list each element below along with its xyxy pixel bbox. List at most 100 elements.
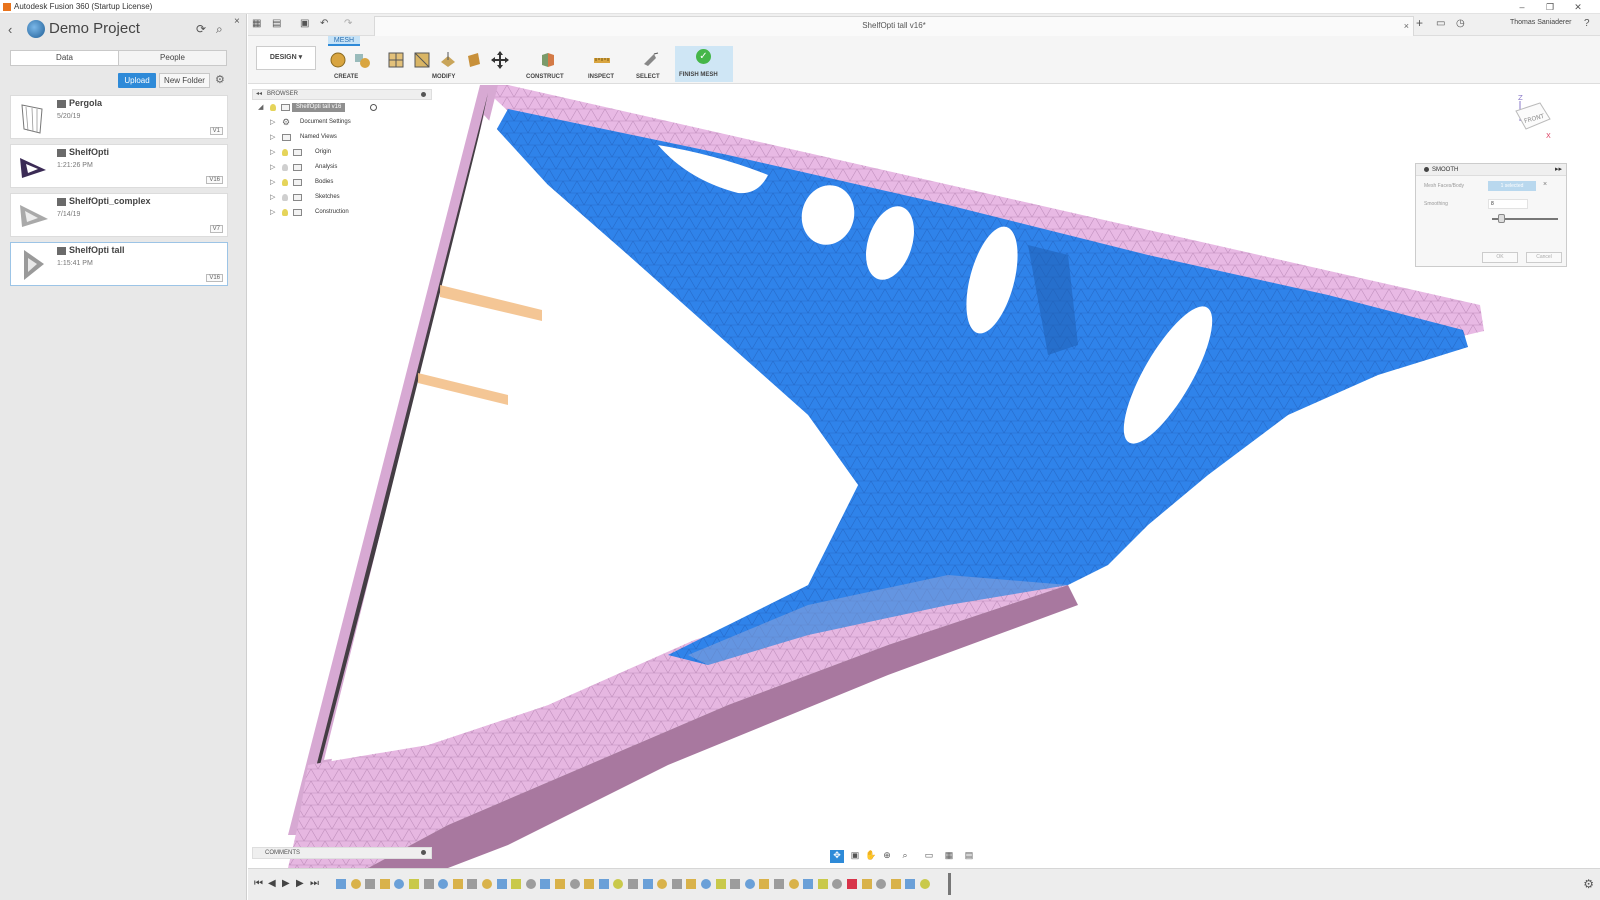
version-badge[interactable]: V16 (206, 274, 223, 282)
construct-group-label[interactable]: CONSTRUCT (526, 74, 564, 80)
tree-item-document-settings[interactable]: ▷ ⚙ Document Settings (252, 115, 432, 130)
upload-button[interactable]: Upload (118, 73, 156, 88)
file-card-pergola[interactable]: Pergola 5/20/19 V1 (10, 95, 228, 139)
browser-header[interactable]: ◂◂ BROWSER (252, 89, 432, 100)
document-tab[interactable]: ShelfOpti tall v16* × (374, 16, 1414, 36)
redo-icon[interactable]: ↷ (344, 18, 352, 29)
expand-icon[interactable]: ◢ (258, 100, 263, 115)
select-icon[interactable] (640, 50, 660, 70)
timeline-feature-icon[interactable] (423, 879, 434, 889)
visibility-bulb-icon[interactable] (282, 209, 288, 216)
timeline-feature-icon[interactable] (555, 879, 565, 889)
grid-settings-icon[interactable]: ▦ (942, 850, 956, 863)
close-tab-icon[interactable]: × (1404, 17, 1409, 35)
tab-people[interactable]: People (118, 51, 226, 65)
expand-icon[interactable]: ▷ (270, 130, 275, 145)
visibility-bulb-icon[interactable] (282, 194, 288, 201)
expand-dialog-icon[interactable]: ▸▸ (1555, 164, 1562, 176)
version-badge[interactable]: V1 (209, 127, 223, 135)
timeline-settings-icon[interactable]: ⚙ (1583, 877, 1594, 891)
viewports-icon[interactable]: ▤ (962, 850, 976, 863)
job-status-icon[interactable]: ▭ (1436, 18, 1445, 29)
save-icon[interactable]: ▣ (300, 18, 309, 29)
selection-chip[interactable]: 1 selected (1488, 181, 1536, 191)
timeline-feature-icon[interactable] (774, 879, 784, 889)
tree-item-sketches[interactable]: ▷ Sketches (252, 190, 432, 205)
activate-icon[interactable] (370, 104, 377, 111)
expand-icon[interactable]: ▷ (270, 160, 275, 175)
tab-data[interactable]: Data (11, 51, 118, 65)
timeline-feature-icon[interactable] (890, 879, 901, 889)
view-cube[interactable]: Z FRONT X (1510, 91, 1554, 141)
modify-group-label[interactable]: MODIFY (432, 74, 455, 80)
timeline-feature-icon[interactable] (832, 879, 843, 889)
timeline-feature-icon[interactable] (613, 879, 624, 889)
timeline-feature-icon[interactable] (701, 879, 711, 889)
timeline-feature-icon[interactable] (788, 879, 799, 889)
expand-icon[interactable]: ▷ (270, 190, 275, 205)
visibility-bulb-icon[interactable] (282, 149, 288, 156)
timeline-feature-icon[interactable] (847, 879, 857, 889)
cancel-button[interactable]: Cancel (1526, 252, 1562, 263)
fit-icon[interactable]: ⌕ (898, 850, 912, 863)
collapse-icon[interactable]: ◂◂ (256, 90, 262, 99)
timeline-feature-icon[interactable] (803, 879, 814, 889)
pin-icon[interactable] (421, 850, 426, 855)
timeline-feature-icon[interactable] (467, 879, 478, 889)
file-menu-icon[interactable]: ▤ (272, 18, 281, 29)
visibility-bulb-icon[interactable] (282, 164, 288, 171)
user-name[interactable]: Thomas Saniaderer (1510, 19, 1571, 26)
create-sphere-icon[interactable] (328, 50, 348, 70)
plane-cut-icon[interactable] (438, 50, 458, 70)
timeline-feature-icon[interactable] (394, 879, 405, 889)
timeline-feature-icon[interactable] (511, 879, 522, 889)
zoom-icon[interactable]: ⊕ (880, 850, 894, 863)
step-forward-icon[interactable]: ▶ (296, 878, 304, 889)
new-folder-button[interactable]: New Folder (159, 73, 210, 88)
timeline-feature-icon[interactable] (642, 879, 653, 889)
expand-icon[interactable]: ▷ (270, 175, 275, 190)
file-card-shelfopti-tall[interactable]: ShelfOpti tall 1:15:41 PM V16 (10, 242, 228, 286)
timeline-feature-icon[interactable] (409, 879, 419, 889)
clear-selection-icon[interactable]: × (1543, 181, 1547, 188)
finish-mesh-button[interactable]: ✓ FINISH MESH (675, 46, 733, 82)
expand-icon[interactable]: ▷ (270, 115, 275, 130)
tree-item-named-views[interactable]: ▷ Named Views (252, 130, 432, 145)
select-group-label[interactable]: SELECT (636, 74, 660, 80)
tree-item-bodies[interactable]: ▷ Bodies (252, 175, 432, 190)
file-card-shelfopti[interactable]: ShelfOpti 1:21:26 PM V16 (10, 144, 228, 188)
measure-icon[interactable] (592, 50, 612, 70)
timeline-feature-icon[interactable] (350, 879, 361, 889)
move-icon[interactable] (490, 50, 510, 70)
close-window-button[interactable]: ✕ (1564, 0, 1592, 14)
workspace-switcher[interactable]: DESIGN ▾ (256, 46, 316, 70)
version-badge[interactable]: V16 (206, 176, 223, 184)
clock-icon[interactable]: ◷ (1456, 18, 1465, 29)
pin-icon[interactable] (421, 92, 426, 97)
timeline-feature-icon[interactable] (759, 879, 770, 889)
expand-icon[interactable]: ▷ (270, 145, 275, 160)
smoothing-input[interactable]: 8 (1488, 199, 1528, 209)
tree-item-origin[interactable]: ▷ Origin (252, 145, 432, 160)
timeline-feature-icon[interactable] (379, 879, 390, 889)
orbit-icon[interactable]: ✥ (830, 850, 844, 863)
new-tab-icon[interactable]: + (1416, 16, 1423, 30)
gear-icon[interactable]: ⚙ (215, 73, 225, 86)
timeline-feature-icon[interactable] (715, 879, 726, 889)
timeline-feature-icon[interactable] (876, 879, 887, 889)
mesh-model[interactable] (248, 85, 1600, 868)
timeline-feature-icon[interactable] (584, 879, 595, 889)
construct-plane-icon[interactable] (538, 50, 558, 70)
inspect-group-label[interactable]: INSPECT (588, 74, 614, 80)
tree-root[interactable]: ◢ ShelfOpti tall v16 (252, 100, 432, 115)
timeline-feature-icon[interactable] (438, 879, 449, 889)
play-icon[interactable]: ▶ (282, 878, 290, 889)
look-at-icon[interactable]: ▣ (848, 850, 862, 863)
tree-item-construction[interactable]: ▷ Construction (252, 205, 432, 220)
smooth-icon[interactable] (464, 50, 484, 70)
create-insert-mesh-icon[interactable] (352, 50, 372, 70)
timeline-feature-icon[interactable] (920, 879, 930, 889)
timeline-feature-icon[interactable] (861, 879, 872, 889)
grid-menu-icon[interactable]: ▦ (252, 18, 261, 29)
timeline-feature-icon[interactable] (569, 879, 580, 889)
